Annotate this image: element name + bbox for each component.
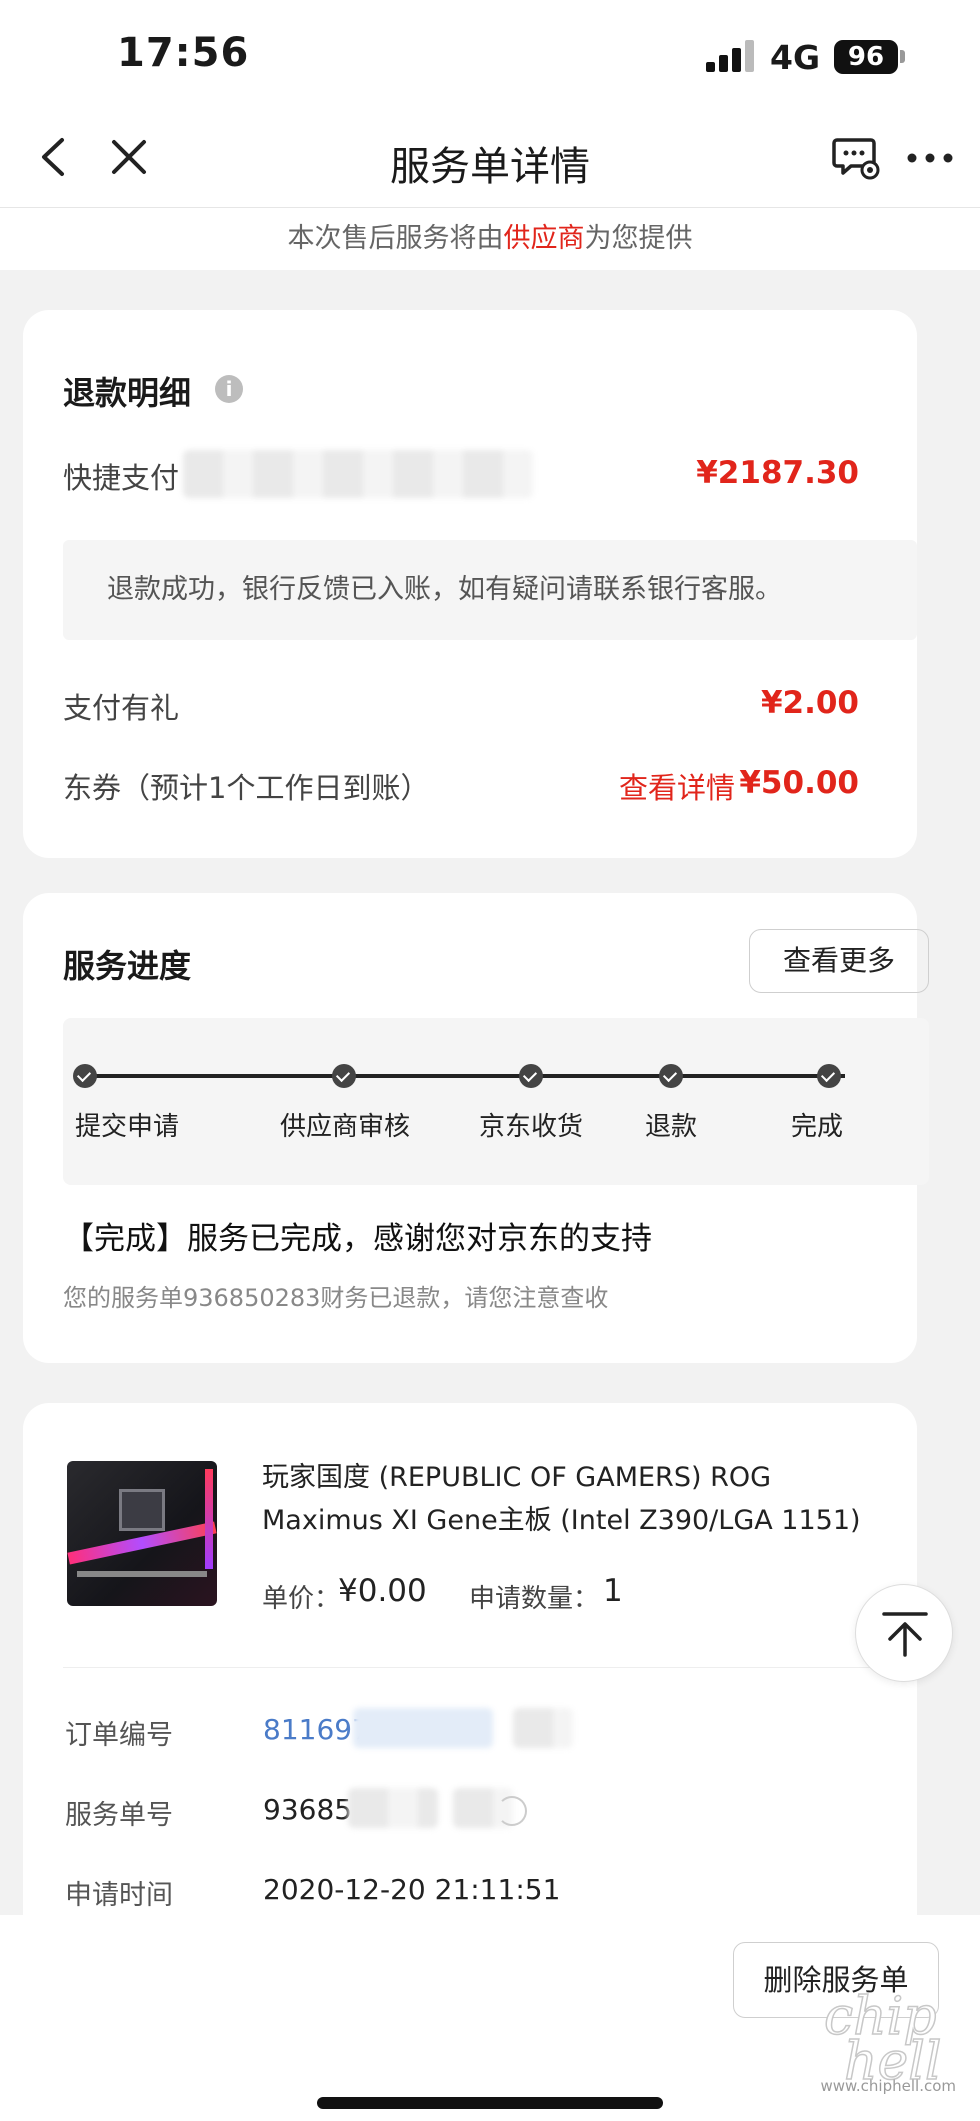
quantity-value: 1 [603,1573,623,1609]
gift-amount: ¥2.00 [760,685,859,721]
nav-bar: 服务单详情 [0,110,980,208]
redacted-blur [183,450,533,498]
info-icon[interactable]: i [215,375,243,403]
network-type: 4G [770,38,821,77]
service-provider-notice: 本次售后服务将由供应商为您提供 [0,208,980,270]
step-label: 退款 [645,1112,698,1142]
step-check-icon [659,1064,683,1088]
back-to-top-button[interactable] [855,1584,953,1682]
coupon-label: 东券（预计1个工作日到账） [63,771,430,805]
gift-label: 支付有礼 [63,691,180,725]
refund-tip: 退款成功，银行反馈已入账，如有疑问请联系银行客服。 [63,540,917,640]
progress-line [85,1074,845,1078]
service-progress-card: 服务进度 查看更多 提交申请 供应商审核 京东收货 退款 完成 【完成】服务已完… [23,893,929,1363]
watermark-url: www.chiphell.com [820,2077,956,2095]
notice-prefix: 本次售后服务将由 [287,223,504,254]
price-label: 单价： [262,1584,341,1614]
step-check-icon [817,1064,841,1088]
copy-icon[interactable] [497,1796,527,1826]
step-label: 完成 [791,1112,844,1142]
battery-tip [900,50,905,63]
supplier-link[interactable]: 供应商 [504,223,585,254]
battery-icon: 96 [834,40,898,74]
product-name-line1: 玩家国度 (REPUBLIC OF GAMERS) ROG [262,1462,772,1493]
signal-icon [706,40,754,72]
refund-method-amount: ¥2187.30 [696,455,859,491]
price-value: ¥0.00 [338,1573,427,1609]
refund-title: 退款明细 [63,374,192,412]
view-detail-link[interactable]: 查看详情 [619,765,735,807]
refund-method-label: 快捷支付 [63,461,180,495]
product-name-line2: Maximus XI Gene主板 (Intel Z390/LGA 1151) [262,1505,861,1536]
service-number-label: 服务单号 [65,1800,173,1831]
step-check-icon [332,1064,356,1088]
refund-detail-card: 退款明细 i 快捷支付 ¥2187.30 退款成功，银行反馈已入账，如有疑问请联… [23,310,917,858]
product-card: 玩家国度 (REPUBLIC OF GAMERS) ROG Maximus XI… [23,1403,917,1923]
step-label: 供应商审核 [280,1112,411,1142]
product-name[interactable]: 玩家国度 (REPUBLIC OF GAMERS) ROG Maximus XI… [262,1456,862,1542]
service-number-value: 93685 [263,1793,353,1826]
step-check-icon [73,1064,97,1088]
product-image[interactable] [67,1461,217,1606]
progress-title: 服务进度 [63,947,192,985]
divider [63,1667,917,1668]
redacted-blur [513,1708,573,1748]
customer-service-icon[interactable] [832,134,880,182]
apply-time-label: 申请时间 [65,1880,173,1911]
step-label: 京东收货 [479,1112,584,1142]
step-check-icon [519,1064,543,1088]
status-bar: 17:56 4G 96 [0,0,980,110]
arrow-up-icon [882,1612,928,1657]
status-time: 17:56 [117,30,250,76]
home-indicator [317,2097,663,2109]
notice-suffix: 为您提供 [584,223,693,254]
more-icon[interactable] [904,134,956,182]
apply-time-value: 2020-12-20 21:11:51 [263,1873,561,1906]
order-number-label: 订单编号 [65,1720,173,1751]
coupon-amount: ¥50.00 [739,765,859,801]
step-label: 提交申请 [75,1112,180,1142]
status-heading: 【完成】服务已完成，感谢您对京东的支持 [63,1221,652,1257]
redacted-blur [348,1788,438,1828]
view-more-button[interactable]: 查看更多 [749,929,929,993]
progress-timeline: 提交申请 供应商审核 京东收货 退款 完成 [63,1018,929,1185]
redacted-blur [353,1708,493,1748]
status-subtext: 您的服务单936850283财务已退款，请您注意查收 [63,1284,609,1312]
bottom-action-bar: 删除服务单 chip hell www.chiphell.com [0,1915,980,2121]
quantity-label: 申请数量： [469,1584,600,1614]
